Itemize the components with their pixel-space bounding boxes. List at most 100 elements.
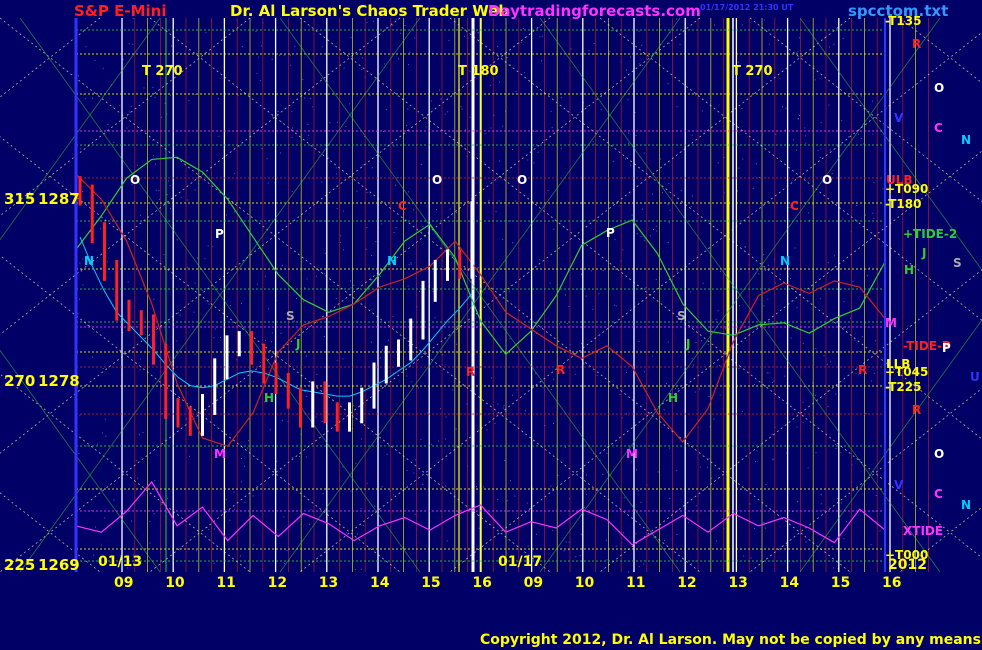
star-dot bbox=[244, 465, 246, 467]
star-dot bbox=[161, 503, 163, 505]
star-dot bbox=[833, 43, 835, 45]
star-dot bbox=[218, 135, 220, 137]
star-dot bbox=[408, 263, 410, 265]
planet-letter: M bbox=[885, 316, 897, 330]
star-dot bbox=[676, 270, 678, 272]
star-dot bbox=[675, 388, 676, 389]
star-dot bbox=[527, 159, 529, 161]
planet-letter: R bbox=[556, 363, 565, 377]
star-dot bbox=[425, 126, 427, 128]
star-dot bbox=[860, 138, 862, 139]
star-dot bbox=[445, 416, 447, 418]
star-dot bbox=[388, 339, 389, 341]
star-dot bbox=[214, 328, 216, 330]
copyright: Copyright 2012, Dr. Al Larson. May not b… bbox=[480, 632, 982, 648]
star-dot bbox=[143, 87, 145, 89]
star-dot bbox=[535, 533, 537, 535]
star-dot bbox=[158, 198, 160, 200]
star-dot bbox=[550, 111, 552, 113]
star-dot bbox=[248, 440, 250, 442]
site-url[interactable]: Daytradingforecasts.com bbox=[488, 2, 701, 20]
star-dot bbox=[873, 372, 875, 374]
star-dot bbox=[100, 544, 102, 546]
star-dot bbox=[78, 75, 79, 77]
star-dot bbox=[78, 452, 80, 454]
flux-label-t180: T 180 bbox=[458, 64, 499, 79]
star-dot bbox=[498, 200, 500, 202]
star-dot bbox=[259, 80, 261, 82]
star-dot bbox=[830, 361, 832, 363]
star-dot bbox=[194, 94, 196, 96]
star-dot bbox=[516, 389, 518, 391]
planet-letter: N bbox=[961, 498, 971, 512]
star-dot bbox=[606, 559, 608, 561]
star-dot bbox=[782, 106, 783, 108]
star-dot bbox=[619, 394, 621, 395]
star-dot bbox=[553, 423, 554, 424]
star-dot bbox=[852, 281, 854, 282]
star-dot bbox=[827, 405, 829, 407]
star-dot bbox=[708, 396, 710, 397]
star-dot bbox=[756, 450, 758, 452]
star-dot bbox=[171, 45, 173, 47]
star-dot bbox=[551, 126, 553, 128]
star-dot bbox=[870, 380, 872, 382]
star-dot bbox=[715, 318, 717, 320]
planet-letter: N bbox=[780, 254, 790, 268]
star-dot bbox=[350, 280, 351, 282]
star-dot bbox=[736, 190, 738, 192]
star-dot bbox=[850, 317, 851, 319]
planet-letter: M bbox=[626, 447, 638, 461]
star-dot bbox=[553, 228, 555, 230]
star-dot bbox=[490, 127, 492, 129]
star-dot bbox=[836, 497, 838, 499]
planet-letter: M bbox=[214, 447, 226, 461]
star-dot bbox=[201, 290, 203, 291]
star-dot bbox=[392, 315, 394, 317]
star-dot bbox=[163, 254, 165, 256]
star-dot bbox=[127, 281, 129, 283]
star-dot bbox=[100, 228, 102, 230]
star-dot bbox=[497, 45, 498, 47]
star-dot bbox=[660, 158, 662, 160]
star-dot bbox=[186, 266, 188, 268]
star-dot bbox=[128, 43, 130, 45]
star-dot bbox=[113, 141, 115, 143]
star-dot bbox=[691, 134, 693, 136]
star-dot bbox=[360, 438, 362, 440]
star-dot bbox=[131, 520, 132, 522]
star-dot bbox=[755, 163, 757, 165]
star-dot bbox=[82, 191, 84, 192]
star-dot bbox=[820, 503, 822, 505]
star-dot bbox=[483, 486, 485, 488]
star-dot bbox=[490, 84, 492, 86]
planet-letter: C bbox=[790, 199, 799, 213]
star-dot bbox=[169, 185, 171, 187]
star-dot bbox=[265, 445, 267, 447]
star-dot bbox=[213, 337, 215, 339]
star-dot bbox=[132, 43, 134, 45]
star-dot bbox=[153, 298, 155, 300]
star-dot bbox=[430, 443, 432, 445]
star-dot bbox=[283, 516, 285, 518]
star-dot bbox=[176, 340, 178, 342]
star-dot bbox=[828, 536, 830, 538]
star-dot bbox=[167, 498, 169, 500]
star-dot bbox=[411, 381, 413, 383]
star-dot bbox=[440, 408, 441, 410]
star-dot bbox=[626, 413, 627, 415]
star-dot bbox=[872, 212, 874, 214]
star-dot bbox=[170, 94, 172, 96]
star-dot bbox=[491, 377, 492, 379]
star-dot bbox=[594, 143, 596, 145]
star-dot bbox=[799, 37, 800, 39]
flux-label-t270: T 270 bbox=[142, 64, 183, 79]
x-tick-label: 15 bbox=[831, 575, 850, 591]
star-dot bbox=[706, 144, 708, 146]
star-dot bbox=[796, 149, 797, 151]
star-dot bbox=[522, 28, 524, 29]
star-dot bbox=[636, 233, 638, 235]
star-dot bbox=[622, 177, 624, 179]
star-dot bbox=[775, 133, 777, 135]
star-dot bbox=[765, 484, 767, 485]
